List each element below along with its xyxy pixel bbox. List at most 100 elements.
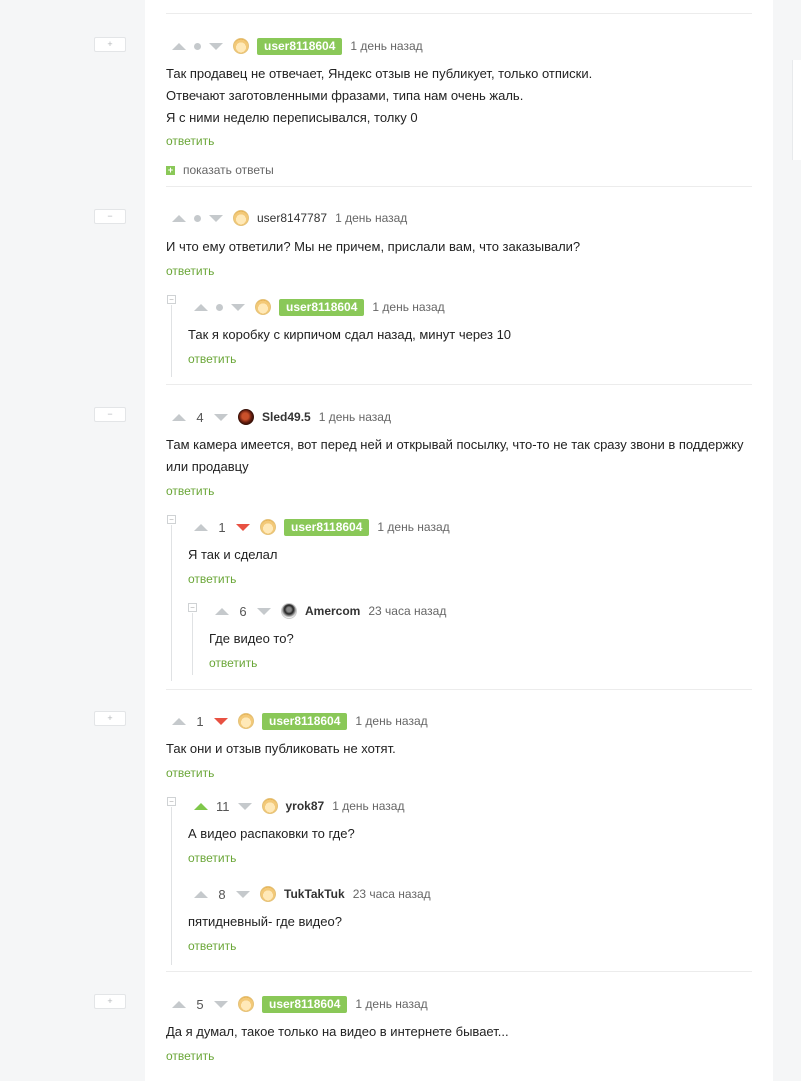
reply-link[interactable]: ответить bbox=[166, 484, 214, 498]
comment-header: 11 yrok87 1 день назад bbox=[194, 796, 404, 816]
comment-line: пятидневный- где видео? bbox=[188, 914, 342, 929]
branch-line bbox=[192, 613, 193, 675]
comment-line: Отвечают заготовленными фразами, типа на… bbox=[166, 88, 524, 103]
author-badge[interactable]: user8118604 bbox=[257, 37, 343, 55]
thread-toggle-button[interactable]: − bbox=[94, 209, 126, 224]
comment-separator bbox=[166, 689, 752, 690]
comment-time[interactable]: 23 часа назад bbox=[368, 604, 446, 618]
upvote-icon[interactable] bbox=[194, 303, 208, 311]
rating-neutral-icon bbox=[194, 214, 201, 222]
rating-neutral-icon bbox=[216, 303, 223, 311]
comment-time[interactable]: 1 день назад bbox=[355, 714, 427, 728]
collapse-branch-icon[interactable]: − bbox=[167, 295, 176, 304]
downvote-icon[interactable] bbox=[231, 303, 245, 311]
upvote-icon[interactable] bbox=[172, 42, 186, 50]
comment-time[interactable]: 1 день назад bbox=[350, 39, 422, 53]
comment-header: 8 TukTakTuk 23 часа назад bbox=[194, 884, 431, 904]
avatar[interactable] bbox=[238, 713, 254, 729]
avatar[interactable] bbox=[260, 886, 276, 902]
thread-toggle-button[interactable]: + bbox=[94, 37, 126, 52]
comment-score: 8 bbox=[218, 886, 226, 902]
comment-text: Да я думал, такое только на видео в инте… bbox=[166, 1021, 509, 1043]
avatar[interactable] bbox=[260, 519, 276, 535]
comment-text: пятидневный- где видео? bbox=[188, 911, 342, 933]
author-name[interactable]: user8147787 bbox=[257, 211, 327, 225]
avatar[interactable] bbox=[233, 210, 249, 226]
downvote-icon[interactable] bbox=[214, 1000, 228, 1008]
comment-time[interactable]: 23 часа назад bbox=[353, 887, 431, 901]
thread-toggle-button[interactable]: + bbox=[94, 994, 126, 1009]
collapse-branch-icon[interactable]: − bbox=[167, 797, 176, 806]
comment-header: 4 Sled49.5 1 день назад bbox=[172, 407, 391, 427]
downvote-icon[interactable] bbox=[237, 802, 252, 810]
comment-header: 1 user8118604 1 день назад bbox=[172, 711, 428, 731]
upvote-icon[interactable] bbox=[172, 1000, 186, 1008]
comment-line: И что ему ответили? Мы не причем, присла… bbox=[166, 239, 581, 254]
avatar[interactable] bbox=[281, 603, 297, 619]
comment-time[interactable]: 1 день назад bbox=[355, 997, 427, 1011]
comment-score: 1 bbox=[218, 519, 226, 535]
comment-line: А видео распаковки то где? bbox=[188, 826, 355, 841]
author-badge[interactable]: user8118604 bbox=[279, 298, 365, 316]
author-badge[interactable]: user8118604 bbox=[262, 995, 348, 1013]
comment-text: И что ему ответили? Мы не причем, присла… bbox=[166, 236, 580, 258]
reply-link[interactable]: ответить bbox=[166, 1049, 214, 1063]
downvote-icon[interactable] bbox=[209, 42, 223, 50]
author-name[interactable]: yrok87 bbox=[286, 799, 325, 813]
comment-time[interactable]: 1 день назад bbox=[332, 799, 404, 813]
branch-line bbox=[171, 525, 172, 681]
avatar[interactable] bbox=[255, 299, 271, 315]
reply-link[interactable]: ответить bbox=[188, 939, 236, 953]
avatar[interactable] bbox=[238, 996, 254, 1012]
comment-header: 5 user8118604 1 день назад bbox=[172, 994, 428, 1014]
upvote-icon[interactable] bbox=[215, 607, 229, 615]
avatar[interactable] bbox=[261, 798, 278, 814]
reply-link[interactable]: ответить bbox=[188, 352, 236, 366]
comment-time[interactable]: 1 день назад bbox=[377, 520, 449, 534]
reply-link[interactable]: ответить bbox=[166, 134, 214, 148]
comment-time[interactable]: 1 день назад bbox=[372, 300, 444, 314]
downvote-icon[interactable] bbox=[214, 717, 228, 725]
branch-line bbox=[171, 807, 172, 965]
comment-score: 11 bbox=[216, 798, 230, 814]
thread-toggle-button[interactable]: − bbox=[94, 407, 126, 422]
comment-text: Там камера имеется, вот перед ней и откр… bbox=[166, 434, 743, 478]
reply-link[interactable]: ответить bbox=[188, 851, 236, 865]
reply-link[interactable]: ответить bbox=[166, 766, 214, 780]
show-replies-link[interactable]: + показать ответы bbox=[166, 163, 274, 177]
upvote-icon[interactable] bbox=[172, 413, 186, 421]
downvote-icon[interactable] bbox=[236, 523, 250, 531]
upvote-icon[interactable] bbox=[194, 802, 208, 810]
reply-link[interactable]: ответить bbox=[166, 264, 214, 278]
avatar[interactable] bbox=[233, 38, 249, 54]
upvote-icon[interactable] bbox=[172, 214, 186, 222]
thread-toggle-button[interactable]: + bbox=[94, 711, 126, 726]
comment-line: Где видео то? bbox=[209, 631, 294, 646]
author-name[interactable]: TukTakTuk bbox=[284, 887, 345, 901]
upvote-icon[interactable] bbox=[194, 890, 208, 898]
upvote-icon[interactable] bbox=[172, 717, 186, 725]
comment-time[interactable]: 1 день назад bbox=[319, 410, 391, 424]
comment-text: Я так и сделал bbox=[188, 544, 278, 566]
downvote-icon[interactable] bbox=[214, 413, 228, 421]
reply-link[interactable]: ответить bbox=[209, 656, 257, 670]
comment-line: Так я коробку с кирпичом сдал назад, мин… bbox=[188, 327, 512, 342]
show-replies-label: показать ответы bbox=[183, 163, 274, 177]
author-badge[interactable]: user8118604 bbox=[284, 518, 370, 536]
collapse-branch-icon[interactable]: − bbox=[167, 515, 176, 524]
author-name[interactable]: Amercom bbox=[305, 604, 360, 618]
comment-header: user8147787 1 день назад bbox=[172, 208, 407, 228]
upvote-icon[interactable] bbox=[194, 523, 208, 531]
comment-time[interactable]: 1 день назад bbox=[335, 211, 407, 225]
author-badge[interactable]: user8118604 bbox=[262, 712, 348, 730]
comment-line: Я так и сделал bbox=[188, 547, 278, 562]
rating-neutral-icon bbox=[194, 42, 201, 50]
downvote-icon[interactable] bbox=[257, 607, 271, 615]
downvote-icon[interactable] bbox=[209, 214, 223, 222]
reply-link[interactable]: ответить bbox=[188, 572, 236, 586]
collapse-branch-icon[interactable]: − bbox=[188, 603, 197, 612]
comment-header: user8118604 1 день назад bbox=[194, 297, 445, 317]
author-name[interactable]: Sled49.5 bbox=[262, 410, 311, 424]
downvote-icon[interactable] bbox=[236, 890, 250, 898]
avatar[interactable] bbox=[238, 409, 254, 425]
